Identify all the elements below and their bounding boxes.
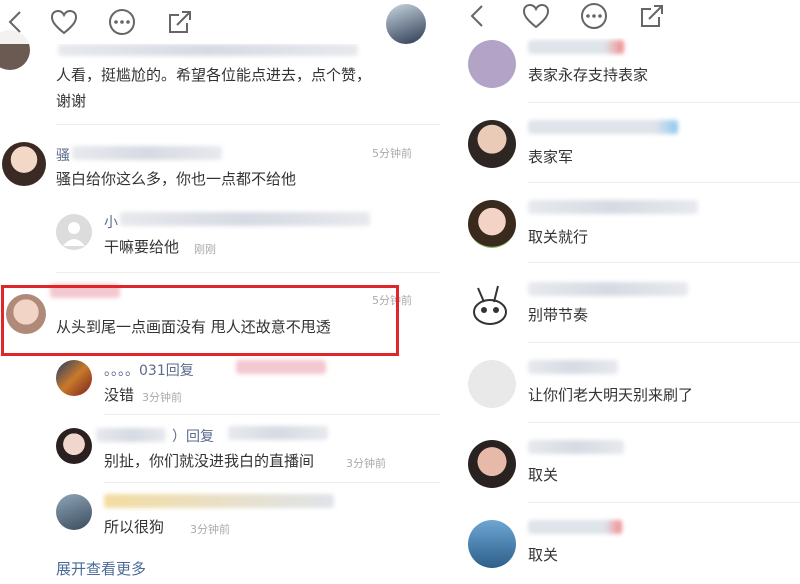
comment-text: 干嘛要给他 — [104, 238, 180, 256]
comment-text: 所以很狗 — [104, 518, 165, 536]
redacted-name — [104, 494, 334, 508]
redacted-name — [528, 520, 622, 534]
avatar[interactable] — [56, 214, 92, 250]
redacted-name — [528, 40, 624, 54]
comment-text: 人看，挺尴尬的。希望各位能点进去，点个赞， — [56, 66, 372, 84]
commenter-name[interactable]: 。。。。031回复 — [104, 360, 194, 380]
top-bar — [0, 0, 440, 44]
timestamp: 3分钟前 — [142, 391, 182, 404]
comment-text: 别带节奏 — [528, 306, 589, 324]
avatar[interactable] — [56, 494, 92, 530]
divider — [528, 102, 800, 103]
divider — [104, 482, 440, 483]
share-icon[interactable] — [164, 6, 196, 38]
comment-text: 表家军 — [528, 148, 574, 166]
more-icon[interactable] — [106, 6, 138, 38]
divider — [528, 342, 800, 343]
divider — [56, 124, 440, 125]
redacted-name — [72, 146, 222, 160]
redacted-name — [528, 360, 618, 374]
avatar[interactable] — [468, 282, 516, 330]
commenter-name[interactable]: 小 — [104, 212, 118, 232]
avatar[interactable] — [56, 428, 92, 464]
comment-text: 取关 — [528, 466, 559, 484]
avatar[interactable] — [468, 440, 516, 488]
avatar[interactable] — [468, 40, 516, 88]
timestamp: 5分钟前 — [372, 147, 412, 160]
comment-text: 取关 — [528, 546, 559, 564]
redacted-name — [528, 120, 678, 134]
divider — [528, 182, 800, 183]
back-icon[interactable] — [462, 0, 494, 32]
expand-more-link[interactable]: 展开查看更多 — [56, 558, 146, 579]
top-bar — [452, 0, 800, 38]
heart-icon[interactable] — [520, 0, 552, 32]
avatar[interactable] — [468, 120, 516, 168]
divider — [104, 414, 440, 415]
back-icon[interactable] — [0, 6, 32, 38]
comment-text: 骚白给你这么多，你也一点都不给他 — [56, 170, 297, 188]
comment-text: 让你们老大明天别来刷了 — [528, 386, 694, 404]
more-icon[interactable] — [578, 0, 610, 32]
heart-icon[interactable] — [48, 6, 80, 38]
redacted-name — [236, 360, 326, 374]
redacted-name — [528, 200, 698, 214]
avatar[interactable] — [56, 360, 92, 396]
redacted-text — [58, 44, 358, 56]
redacted-name — [228, 426, 328, 440]
commenter-name[interactable]: ）回复 — [172, 426, 214, 446]
timestamp: 3分钟前 — [190, 523, 230, 536]
divider — [528, 502, 800, 503]
divider — [528, 422, 800, 423]
timestamp: 刚刚 — [194, 243, 216, 256]
comment-text: 别扯，你们就没进我白的直播间 — [104, 452, 315, 470]
right-phone-screen: 表家永存支持表家 表家军 取关就行 别带节奏 让你们老大明天别来刷了 取关 取关 — [452, 0, 800, 584]
left-phone-screen: 人看，挺尴尬的。希望各位能点进去，点个赞， 谢谢 骚 5分钟前 骚白给你这么多，… — [0, 0, 440, 584]
avatar[interactable] — [2, 142, 46, 186]
avatar[interactable] — [468, 360, 516, 408]
share-icon[interactable] — [636, 0, 668, 32]
avatar[interactable] — [468, 520, 516, 568]
redacted-name — [120, 212, 370, 226]
divider — [528, 262, 800, 263]
user-avatar[interactable] — [386, 4, 426, 44]
comment-text: 表家永存支持表家 — [528, 66, 649, 84]
redacted-name — [528, 282, 688, 296]
divider — [56, 272, 440, 273]
comment-text: 取关就行 — [528, 228, 589, 246]
screen-gap — [440, 0, 452, 584]
commenter-name[interactable]: 骚 — [56, 145, 70, 165]
comment-text: 没错 — [104, 386, 135, 404]
comment-text: 谢谢 — [56, 92, 87, 110]
avatar[interactable] — [468, 200, 516, 248]
redacted-name — [96, 428, 166, 442]
timestamp: 3分钟前 — [346, 457, 386, 470]
highlight-box — [1, 285, 399, 356]
redacted-name — [528, 440, 624, 454]
